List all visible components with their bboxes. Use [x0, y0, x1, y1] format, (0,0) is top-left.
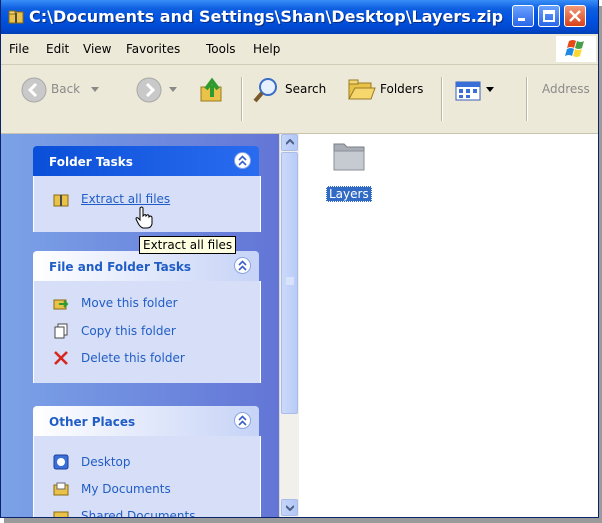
other-places-collapse-button[interactable] [234, 412, 251, 429]
task-pane: Folder Tasks Extract all files File and … [1, 134, 279, 517]
move-this-folder-link[interactable]: Move this folder [81, 296, 178, 310]
maximize-button[interactable] [538, 5, 560, 27]
windows-logo [556, 36, 596, 62]
folder-tasks-collapse-button[interactable] [234, 152, 251, 169]
back-button-label[interactable]: Back [51, 82, 80, 96]
my-documents-icon [53, 482, 69, 496]
file-item[interactable]: Layers [299, 134, 399, 214]
file-folder-tasks-header[interactable]: File and Folder Tasks [33, 251, 259, 281]
folders-icon[interactable] [345, 75, 377, 105]
grip-icon [286, 277, 294, 285]
copy-this-folder-link[interactable]: Copy this folder [81, 324, 176, 338]
file-list-area[interactable]: Layers [299, 134, 598, 517]
file-folder-tasks-collapse-button[interactable] [234, 257, 251, 274]
delete-x-icon [54, 351, 68, 365]
toolbar: Back Search Folders Address [1, 65, 598, 134]
shared-documents-icon [53, 511, 69, 517]
address-label[interactable]: Address [542, 82, 590, 96]
menu-help[interactable]: Help [253, 42, 280, 56]
back-arrow-icon[interactable] [21, 77, 47, 103]
minimize-button[interactable] [512, 5, 534, 27]
folders-button-label[interactable]: Folders [380, 82, 423, 96]
my-documents-link[interactable]: My Documents [81, 482, 171, 496]
zip-extract-icon [53, 194, 69, 207]
other-places-title: Other Places [49, 415, 136, 429]
search-button-label[interactable]: Search [285, 82, 326, 96]
title-bar[interactable]: C:\Documents and Settings\Shan\Desktop\L… [1, 0, 598, 34]
close-button[interactable] [564, 5, 586, 27]
move-folder-icon [53, 299, 69, 310]
scroll-down-button[interactable] [281, 499, 298, 516]
windows-flag-icon [565, 40, 584, 57]
zip-folder-icon [8, 10, 24, 24]
window-shadow [4, 518, 602, 523]
maximize-icon [543, 10, 555, 22]
menu-bar: File Edit View Favorites Tools Help [1, 34, 598, 65]
hand-cursor-icon [135, 206, 153, 229]
window-title: C:\Documents and Settings\Shan\Desktop\L… [29, 7, 504, 26]
task-pane-scrollbar[interactable] [279, 134, 299, 517]
views-dropdown-icon[interactable] [486, 87, 494, 93]
menu-favorites[interactable]: Favorites [126, 42, 180, 56]
copy-folder-icon [54, 323, 68, 339]
tooltip: Extract all files [139, 236, 237, 254]
chevron-up-icon [238, 155, 247, 166]
forward-dropdown-icon[interactable] [169, 87, 177, 93]
scroll-up-arrow-icon [286, 139, 294, 145]
desktop-icon [53, 454, 69, 470]
desktop-link[interactable]: Desktop [81, 455, 131, 469]
menu-file[interactable]: File [9, 42, 29, 56]
scroll-down-arrow-icon [286, 505, 294, 511]
other-places-panel [33, 436, 261, 517]
other-places-header[interactable]: Other Places [33, 406, 259, 436]
explorer-window: C:\Documents and Settings\Shan\Desktop\L… [0, 0, 599, 518]
extract-all-files-link[interactable]: Extract all files [81, 192, 170, 206]
up-folder-icon[interactable] [198, 75, 228, 105]
toolbar-separator [241, 77, 243, 121]
forward-arrow-icon[interactable] [136, 77, 162, 103]
minimize-icon [518, 18, 525, 21]
menu-tools[interactable]: Tools [206, 42, 236, 56]
chevron-up-icon [238, 415, 247, 426]
scroll-thumb[interactable] [281, 152, 298, 414]
back-dropdown-icon[interactable] [91, 87, 99, 93]
chevron-up-icon [238, 260, 247, 271]
file-name-label: Layers [326, 186, 372, 202]
file-folder-tasks-title: File and Folder Tasks [49, 260, 192, 274]
scroll-up-button[interactable] [281, 134, 298, 151]
folder-tasks-header[interactable]: Folder Tasks [33, 146, 259, 176]
folder-tasks-title: Folder Tasks [49, 155, 133, 169]
shared-documents-link[interactable]: Shared Documents [81, 509, 195, 517]
menu-view[interactable]: View [83, 42, 111, 56]
close-icon [569, 10, 581, 22]
toolbar-separator [441, 77, 443, 121]
toolbar-separator [526, 77, 528, 121]
views-icon[interactable] [455, 81, 481, 101]
search-icon[interactable] [251, 75, 281, 105]
menu-edit[interactable]: Edit [46, 42, 69, 56]
delete-this-folder-link[interactable]: Delete this folder [81, 351, 185, 365]
folder-icon [333, 143, 365, 171]
